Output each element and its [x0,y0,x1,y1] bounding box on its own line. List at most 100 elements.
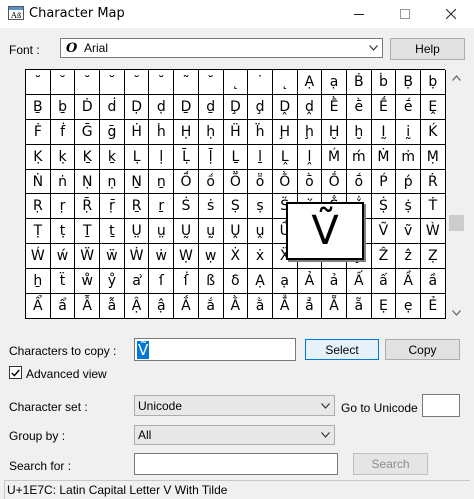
character-cell[interactable]: ḃ [371,70,397,95]
minimize-button[interactable] [336,0,382,28]
character-cell[interactable]: ḏ [198,94,224,120]
character-cell[interactable]: Ṅ [26,169,51,195]
character-cell[interactable]: ˙ [248,70,273,95]
character-cell[interactable]: Ṽ [371,219,397,245]
character-cell[interactable]: Ḳ [26,144,51,170]
character-cell[interactable]: Ắ [174,294,199,319]
character-cell[interactable]: ṓ [346,169,372,195]
character-cell[interactable]: Ṟ [124,194,150,220]
character-cell[interactable]: Ẓ [421,244,446,270]
maximize-button[interactable] [382,0,428,28]
character-cell[interactable]: ḹ [198,144,224,170]
character-cell[interactable]: ẩ [50,294,76,319]
character-cell[interactable]: ằ [248,294,273,319]
character-cell[interactable]: ḭ [396,119,421,145]
character-cell[interactable]: Ẫ [75,294,101,319]
character-cell[interactable]: ḋ [100,94,125,120]
character-cell[interactable]: ṍ [198,169,224,195]
character-cell[interactable]: ṕ [396,169,421,195]
character-cell[interactable]: ṳ [149,219,175,245]
character-cell[interactable]: Ḱ [421,119,446,145]
character-cell[interactable]: ṣ [248,194,273,220]
character-cell[interactable]: ḻ [248,144,273,170]
character-cell[interactable]: ẗ [50,269,76,295]
character-cell[interactable]: Ằ [223,294,249,319]
character-cell[interactable]: Ḹ [174,144,199,170]
character-cell[interactable]: ḍ [149,94,175,120]
character-cell[interactable]: Ḟ [26,119,51,145]
scroll-up-button[interactable] [448,69,465,86]
character-cell[interactable]: Ḙ [421,94,446,120]
character-cell[interactable]: Ḫ [322,119,347,145]
character-cell[interactable]: Ậ [124,294,150,319]
character-cell[interactable]: Ḻ [223,144,249,170]
character-cell[interactable]: ṟ [149,194,175,220]
character-cell[interactable]: Ṃ [421,144,446,170]
character-cell[interactable]: ẛ [174,269,199,295]
character-cell[interactable]: Ḋ [75,94,101,120]
character-cell[interactable]: ḗ [396,94,421,120]
character-cell[interactable]: ắ [198,294,224,319]
character-cell[interactable]: ṛ [50,194,76,220]
character-cell[interactable]: ṅ [50,169,76,195]
character-cell[interactable]: ḷ [149,144,175,170]
character-cell[interactable]: Ẉ [174,244,199,270]
character-cell[interactable]: Ẑ [371,244,397,270]
character-cell[interactable]: Ḅ [396,70,421,95]
character-cell[interactable]: ḥ [198,119,224,145]
character-cell[interactable]: Ṫ [421,194,446,220]
character-cell[interactable]: Ẩ [26,294,51,319]
scroll-down-button[interactable] [448,304,465,321]
character-cell[interactable]: Ṛ [26,194,51,220]
grid-scrollbar[interactable] [448,69,465,321]
character-cell[interactable]: ầ [421,269,446,295]
character-cell[interactable]: ẚ [124,269,150,295]
character-cell[interactable]: ḧ [248,119,273,145]
character-cell[interactable]: Ẅ [75,244,101,270]
character-cell[interactable]: ṭ [50,219,76,245]
character-cell[interactable]: ṩ [396,194,421,220]
scrollbar-thumb[interactable] [449,215,464,231]
character-cell[interactable]: Ấ [346,269,372,295]
character-cell[interactable]: ḫ [346,119,372,145]
character-cell[interactable]: ˘ [75,70,101,95]
character-cell[interactable]: Ẵ [322,294,347,319]
character-cell[interactable]: Ḧ [223,119,249,145]
character-cell[interactable]: Ḍ [124,94,150,120]
character-cell[interactable]: Ṙ [421,169,446,195]
character-cell[interactable]: ṵ [198,219,224,245]
character-cell[interactable]: Ṵ [174,219,199,245]
character-cell[interactable]: ḟ [50,119,76,145]
character-cell[interactable]: ẇ [149,244,175,270]
character-cell[interactable]: Ḥ [174,119,199,145]
characters-to-copy-field[interactable]: Ṽ [134,338,296,361]
character-cell[interactable]: ˛ [223,70,249,95]
character-cell[interactable]: Ḃ [346,70,372,95]
character-cell[interactable]: Ṝ [75,194,101,220]
character-cell[interactable]: Ḑ [223,94,249,120]
character-cell[interactable]: ˘ [149,70,175,95]
character-cell[interactable]: Ṣ [223,194,249,220]
character-cell[interactable]: Ṕ [371,169,397,195]
character-cell[interactable]: ṽ [396,219,421,245]
character-cell[interactable]: Ṭ [26,219,51,245]
character-cell[interactable]: Ṁ [371,144,397,170]
character-cell[interactable]: ḳ [50,144,76,170]
character-cell[interactable]: Ḓ [272,94,298,120]
character-cell[interactable]: ậ [149,294,175,319]
character-cell[interactable]: Ḿ [322,144,347,170]
character-cell[interactable]: Ḇ [26,94,51,120]
character-cell[interactable]: Ả [297,269,323,295]
character-cell[interactable]: Ḵ [75,144,101,170]
character-cell[interactable]: ḑ [248,94,273,120]
search-input[interactable] [134,453,338,475]
character-cell[interactable]: ḕ [346,94,372,120]
character-cell[interactable]: ß [198,269,224,295]
character-cell[interactable]: ˘ [50,70,76,95]
character-cell[interactable]: ṏ [248,169,273,195]
character-cell[interactable]: Ḭ [371,119,397,145]
character-cell[interactable]: Ầ [396,269,421,295]
character-cell[interactable]: ſ [149,269,175,295]
character-cell[interactable]: ẘ [75,269,101,295]
character-cell[interactable]: Ẇ [124,244,150,270]
